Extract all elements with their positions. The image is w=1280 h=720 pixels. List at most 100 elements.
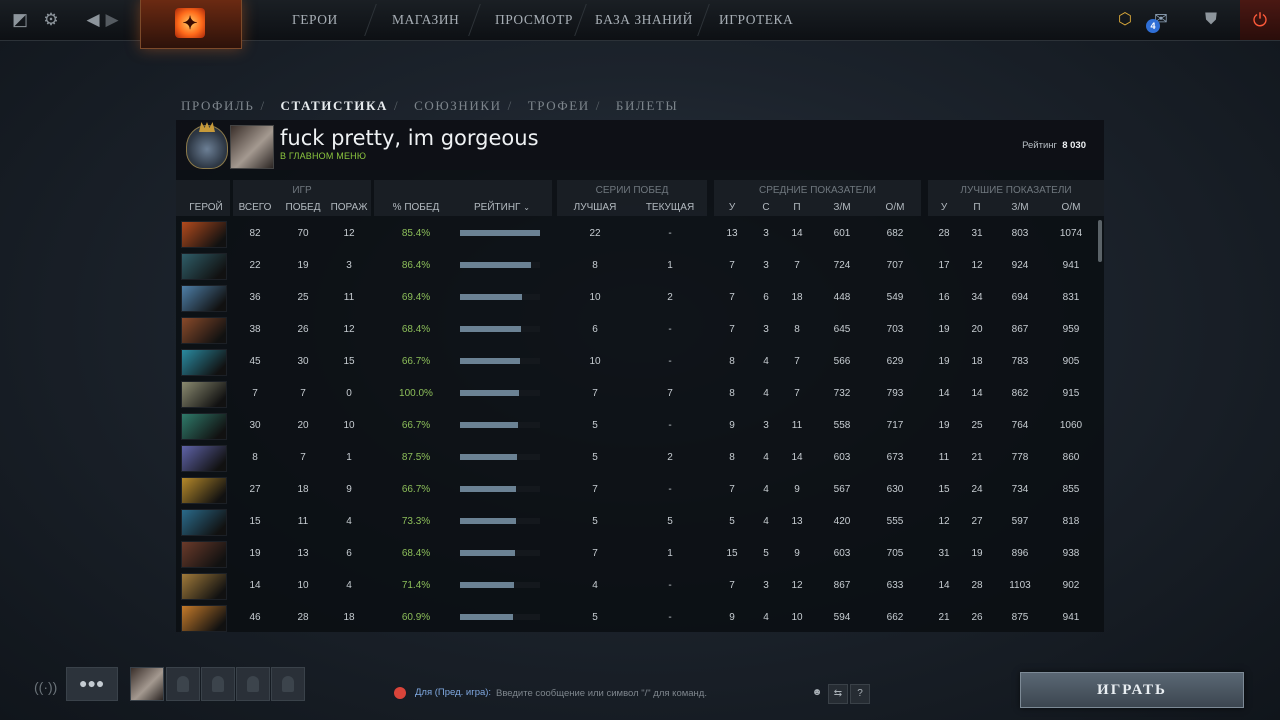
col-current-streak[interactable]: ТЕКУЩАЯ [638, 202, 702, 213]
col-hero[interactable]: ГЕРОЙ [180, 202, 232, 213]
tab-trophies[interactable]: ТРОФЕИ [528, 98, 590, 113]
rank-medal-icon[interactable] [186, 125, 228, 169]
col-winrate[interactable]: % ПОБЕД [384, 202, 448, 213]
col-best-kills[interactable]: У [932, 202, 956, 213]
cell-avg-d: 6 [763, 292, 769, 303]
col-rating[interactable]: РЕЙТИНГ ⌄ [468, 202, 536, 213]
cell-wins: 20 [297, 420, 309, 431]
hero-portrait[interactable] [181, 413, 227, 440]
avatar[interactable] [230, 125, 274, 169]
exit-button[interactable]: ⏻ [1240, 0, 1280, 40]
cell-avg-k: 8 [729, 356, 735, 367]
col-wins[interactable]: ПОБЕД [280, 202, 326, 213]
armory-icon[interactable]: ⛊ [1200, 9, 1222, 31]
cell-avg-d: 3 [763, 580, 769, 591]
play-button[interactable]: ИГРАТЬ [1020, 672, 1244, 708]
cell-winrate: 73.3% [401, 516, 431, 527]
gear-icon[interactable]: ⚙ [40, 9, 62, 31]
chat-input[interactable] [496, 684, 796, 702]
col-best-gpm[interactable]: З/М [1004, 202, 1036, 213]
dota-home-button[interactable]: ✦ [140, 0, 242, 49]
hero-portrait[interactable] [181, 605, 227, 632]
party-slot-empty[interactable] [201, 667, 235, 701]
tab-profile[interactable]: ПРОФИЛЬ [181, 98, 254, 113]
party-slot-empty[interactable] [236, 667, 270, 701]
hero-portrait[interactable] [181, 509, 227, 536]
cell-best-xpm: 941 [1062, 260, 1080, 271]
party-slot-self-avatar[interactable] [130, 667, 164, 701]
tab-stats[interactable]: СТАТИСТИКА [281, 98, 388, 113]
hero-portrait[interactable] [181, 253, 227, 280]
nav-heroes[interactable]: ГЕРОИ [292, 0, 338, 40]
col-total[interactable]: ВСЕГО [233, 202, 277, 213]
table-row[interactable]: 8 7 1 87.5% 5 2 8 4 14 603 673 11 21 778 860 [176, 442, 1096, 474]
table-row[interactable]: 46 28 18 60.9% 5 - 9 4 10 594 662 21 26 875 941 [176, 602, 1096, 634]
hero-portrait[interactable] [181, 285, 227, 312]
col-avg-assists[interactable]: П [785, 202, 809, 213]
table-row[interactable]: 36 25 11 69.4% 10 2 7 6 18 448 549 16 34 694 831 [176, 282, 1096, 314]
hero-portrait[interactable] [181, 317, 227, 344]
col-best-streak[interactable]: ЛУЧШАЯ [566, 202, 624, 213]
col-losses[interactable]: ПОРАЖ [326, 202, 372, 213]
cell-wins: 18 [297, 484, 309, 495]
col-avg-xpm[interactable]: О/М [879, 202, 911, 213]
cell-current-streak: 7 [667, 388, 673, 399]
forward-arrow-icon[interactable]: ▶ [101, 9, 123, 31]
cell-avg-gpm: 601 [833, 228, 851, 239]
party-slot-empty[interactable] [271, 667, 305, 701]
party-button[interactable]: ●●● [66, 667, 118, 701]
nav-arcade[interactable]: ИГРОТЕКА [719, 0, 793, 40]
table-row[interactable]: 15 11 4 73.3% 5 5 5 4 13 420 555 12 27 597 818 [176, 506, 1096, 538]
dota-menu-icon[interactable]: ◩ [9, 9, 31, 31]
cell-losses: 15 [343, 356, 355, 367]
cell-best-gpm: 778 [1011, 452, 1029, 463]
cell-total: 8 [252, 452, 258, 463]
table-row[interactable]: 45 30 15 66.7% 10 - 8 4 7 566 629 19 18 783 905 [176, 346, 1096, 378]
nav-store[interactable]: МАГАЗИН [392, 0, 459, 40]
cell-avg-k: 9 [729, 612, 735, 623]
nav-divider [697, 4, 710, 36]
rating-bar [460, 294, 540, 300]
chat-channel-dot-icon[interactable] [394, 687, 406, 699]
hero-portrait[interactable] [181, 477, 227, 504]
table-row[interactable]: 27 18 9 66.7% 7 - 7 4 9 567 630 15 24 734 855 [176, 474, 1096, 506]
table-row[interactable]: 82 70 12 85.4% 22 - 13 3 14 601 682 28 31 803 1074 [176, 218, 1096, 250]
hero-portrait[interactable] [181, 221, 227, 248]
hero-portrait[interactable] [181, 381, 227, 408]
hero-portrait[interactable] [181, 349, 227, 376]
nav-learn[interactable]: БАЗА ЗНАНИЙ [595, 0, 693, 40]
cell-avg-xpm: 549 [886, 292, 904, 303]
tab-tickets[interactable]: БИЛЕТЫ [616, 98, 679, 113]
col-best-assists[interactable]: П [965, 202, 989, 213]
plus-subscription-icon[interactable]: ⬡ [1114, 9, 1136, 31]
connection-icon[interactable]: ((·)) [34, 679, 57, 695]
col-avg-kills[interactable]: У [720, 202, 744, 213]
table-row[interactable]: 30 20 10 66.7% 5 - 9 3 11 558 717 19 25 764 1060 [176, 410, 1096, 442]
empty-player-icon [177, 676, 189, 692]
chat-channel-label[interactable]: Для (Пред. игра): [415, 687, 491, 698]
hero-portrait[interactable] [181, 573, 227, 600]
col-best-xpm[interactable]: О/М [1055, 202, 1087, 213]
cell-wins: 19 [297, 260, 309, 271]
cell-total: 36 [249, 292, 261, 303]
emoticon-icon[interactable]: ☻ [808, 684, 826, 702]
cell-losses: 12 [343, 228, 355, 239]
table-row[interactable]: 19 13 6 68.4% 7 1 15 5 9 603 705 31 19 896 938 [176, 538, 1096, 570]
chat-help-button[interactable]: ? [850, 684, 870, 704]
table-row[interactable]: 22 19 3 86.4% 8 1 7 3 7 724 707 17 12 924 941 [176, 250, 1096, 282]
cell-wins: 7 [300, 388, 306, 399]
col-avg-gpm[interactable]: З/М [826, 202, 858, 213]
cell-best-k: 19 [938, 356, 950, 367]
hero-portrait[interactable] [181, 445, 227, 472]
hero-portrait[interactable] [181, 541, 227, 568]
party-slot-empty[interactable] [166, 667, 200, 701]
table-row[interactable]: 38 26 12 68.4% 6-7 3 8 645 703 19 20 867 959 [176, 314, 1096, 346]
chat-wheel-icon[interactable]: ⇆ [828, 684, 848, 704]
col-avg-deaths[interactable]: С [754, 202, 778, 213]
tab-allies[interactable]: СОЮЗНИКИ [414, 98, 502, 113]
table-scrollbar[interactable] [1098, 220, 1102, 262]
table-row[interactable]: 14 10 4 71.4% 4 - 7 3 12 867 633 14 28 1103 902 [176, 570, 1096, 602]
table-row[interactable]: 7 7 0 100.0% 7 7 8 4 7 732 793 14 14 862 915 [176, 378, 1096, 410]
cell-wins: 26 [297, 324, 309, 335]
nav-watch[interactable]: ПРОСМОТР [495, 0, 573, 40]
